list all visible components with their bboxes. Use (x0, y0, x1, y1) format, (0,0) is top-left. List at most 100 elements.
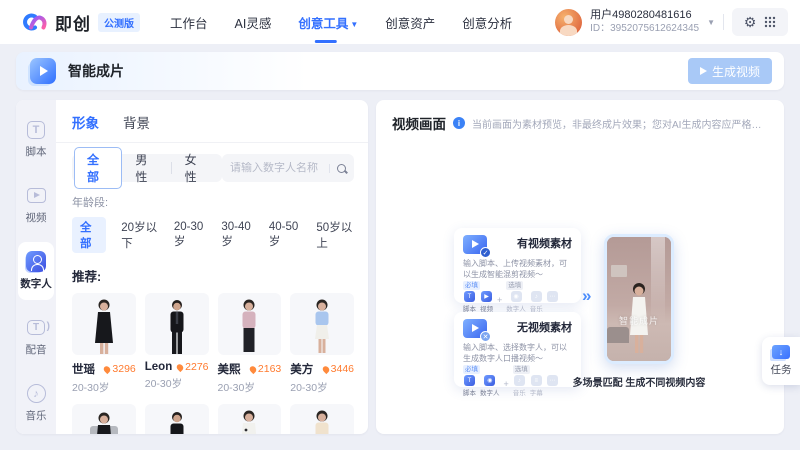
check-badge-icon (480, 247, 491, 258)
nav-creative-tools[interactable]: 创意工具▼ (298, 7, 358, 38)
play-icon (700, 67, 707, 75)
usage-count: 3296 (112, 363, 135, 375)
task-download-icon (772, 345, 790, 359)
settings-icon[interactable]: ⚙ (744, 15, 757, 29)
human-name: Leon (145, 361, 172, 373)
avatar-image (145, 404, 209, 434)
age-30-40[interactable]: 30-40岁 (221, 221, 254, 249)
age-all[interactable]: 全部 (72, 217, 106, 253)
required-tag: 必填 (463, 365, 480, 374)
voiceover-icon: T (27, 320, 45, 335)
folder-video-icon (463, 235, 487, 254)
digital-human-card[interactable]: 世菲 7304 (72, 404, 136, 434)
user-info: 用户4980280481616 ID：3952075612624345 (590, 9, 699, 35)
with-video-material-card: 有视频素材 输入脚本、上传视频素材，可以生成智能混剪视频～ 必填 T脚本 ▶视频… (454, 228, 581, 303)
nav-creative-analysis[interactable]: 创意分析 (462, 7, 512, 38)
flame-icon (103, 364, 112, 373)
watermark: 智能成片 (607, 314, 671, 327)
flame-icon (176, 362, 185, 371)
avatar-image (72, 293, 136, 355)
sidebar-item-digital-human[interactable]: 数字人 (18, 242, 54, 300)
sidebar-item-voiceover[interactable]: T 配音 (18, 308, 54, 366)
search-input[interactable] (230, 162, 329, 174)
avatar-image (218, 293, 282, 355)
search-icon[interactable] (329, 164, 346, 173)
human-age: 20-30岁 (218, 380, 282, 395)
page-header: 智能成片 生成视频 (16, 52, 784, 90)
user-menu-caret-icon[interactable]: ▼ (707, 18, 715, 27)
human-name: 美熙 (218, 361, 241, 377)
video-preview-panel: 视频画面 当前画面为素材预览，非最终成片效果；您对AI生成内容应严格遵循国家相关… (376, 100, 784, 434)
flame-icon (321, 364, 330, 373)
brand-name: 即创 (55, 10, 91, 35)
digital-human-card[interactable]: 世瑶 3296 20-30岁 (72, 293, 136, 395)
plus-icon: + (504, 379, 509, 397)
digital-human-card[interactable]: 美方 3446 20-30岁 (290, 293, 354, 395)
video-preview-frame: 智能成片 (604, 234, 674, 364)
gender-female[interactable]: 女性 (172, 147, 220, 189)
age-20-30[interactable]: 20-30岁 (174, 221, 207, 249)
apps-grid-icon[interactable] (764, 16, 776, 28)
age-over-50[interactable]: 50岁以上 (316, 219, 354, 251)
avatar-image (145, 293, 209, 355)
brand: 即创 公测版 (18, 10, 140, 35)
logo-icon (18, 12, 48, 32)
topbar: 即创 公测版 工作台 AI灵感 创意工具▼ 创意资产 创意分析 用户498028… (0, 0, 800, 44)
digital-human-card[interactable]: 美熙 2163 20-30岁 (218, 293, 282, 395)
age-under-20[interactable]: 20岁以下 (121, 219, 159, 251)
nav-workbench[interactable]: 工作台 (170, 7, 208, 38)
digital-human-card[interactable]: 才吉 2322 (145, 404, 209, 434)
search-box (222, 154, 354, 182)
age-filter-row: 全部 20岁以下 20-30岁 30-40岁 40-50岁 50岁以上 (72, 217, 354, 253)
preview-title: 视频画面 (392, 113, 446, 133)
music-mini-icon: ♪ (514, 375, 525, 386)
sidebar-item-script[interactable]: T 脚本 (18, 110, 54, 168)
topbar-right: 用户4980280481616 ID：3952075612624345 ▼ ⚙ (555, 0, 788, 44)
gender-all[interactable]: 全部 (74, 147, 122, 189)
recommend-label: 推荐: (72, 266, 354, 285)
digital-human-card[interactable]: 美蔓 4475 (218, 404, 282, 434)
task-float-button[interactable]: 任务 (762, 337, 800, 385)
digital-human-card[interactable]: Leon 2276 20-30岁 (145, 293, 209, 395)
more-mini-icon (547, 291, 558, 302)
digital-human-mini-icon: ◉ (511, 291, 522, 302)
avatar-image (290, 404, 354, 434)
flow-arrow-icon: » (582, 286, 588, 306)
age-40-50[interactable]: 40-50岁 (269, 221, 302, 249)
avatar-image (290, 293, 354, 355)
avatar[interactable] (555, 9, 582, 36)
gender-segmented-control: 全部 男性 女性 (72, 154, 222, 182)
digital-human-grid: 世瑶 3296 20-30岁 Leon 2276 20-30岁 美熙 2163 … (72, 293, 354, 434)
music-icon: ♪ (27, 384, 46, 403)
card-description: 输入脚本、上传视频素材，可以生成智能混剪视频～ (463, 258, 572, 280)
preview-caption: 多场景匹配 生成不同视频内容 (554, 374, 724, 389)
script-mini-icon: T (464, 375, 475, 386)
plus-icon: + (497, 295, 502, 313)
user-id: ID：3952075612624345 (590, 23, 699, 36)
usage-count: 3446 (331, 363, 354, 375)
module-sidebar: T 脚本 视频 数字人 T 配音 ♪ 音乐 (16, 100, 56, 434)
nav-creative-assets[interactable]: 创意资产 (385, 7, 435, 38)
video-mini-icon: ▶ (481, 291, 492, 302)
divider (723, 14, 724, 30)
age-filter-label: 年龄段: (72, 194, 354, 210)
subtitle-mini-icon: ≡ (531, 375, 542, 386)
sidebar-item-video[interactable]: 视频 (18, 176, 54, 234)
optional-tag: 选填 (513, 365, 530, 374)
digital-human-card[interactable]: 宁烟 2903 (290, 404, 354, 434)
gender-male[interactable]: 男性 (122, 147, 170, 189)
card-title: 有视频素材 (517, 235, 572, 251)
script-mini-icon: T (464, 291, 475, 302)
music-mini-icon: ♪ (531, 291, 542, 302)
task-label: 任务 (771, 362, 792, 377)
nav-ai-inspiration[interactable]: AI灵感 (235, 7, 272, 38)
human-name: 美方 (290, 361, 313, 377)
tab-appearance[interactable]: 形象 (72, 112, 99, 132)
left-panel: T 脚本 视频 数字人 T 配音 ♪ 音乐 形象 背景 全部 男性 (16, 100, 368, 434)
generate-video-button[interactable]: 生成视频 (688, 58, 772, 84)
tab-background[interactable]: 背景 (123, 112, 150, 132)
topbar-icon-box: ⚙ (732, 8, 788, 36)
sidebar-item-music[interactable]: ♪ 音乐 (18, 374, 54, 432)
info-icon (453, 117, 465, 129)
digital-human-mini-icon: ◉ (484, 375, 495, 386)
